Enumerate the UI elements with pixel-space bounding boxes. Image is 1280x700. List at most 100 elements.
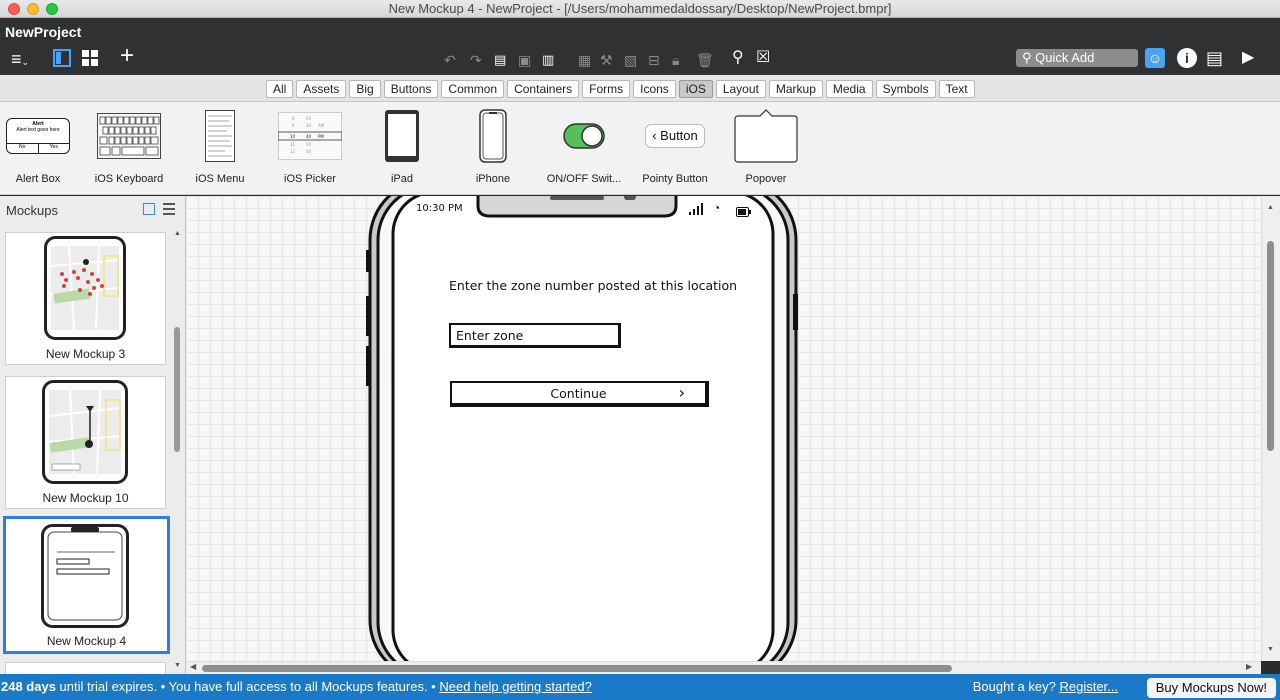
mockup-name: New Mockup 10 xyxy=(42,491,129,505)
sidebar-scrollbar[interactable]: ▲ ▼ xyxy=(173,230,182,669)
alert-body: Alert text goes here xyxy=(16,127,60,133)
filter-tab-text[interactable]: Text xyxy=(938,80,975,98)
svg-text:AM: AM xyxy=(318,123,325,128)
close-mockup-icon[interactable]: ☒ xyxy=(756,48,770,68)
svg-text:20: 20 xyxy=(306,116,312,121)
filter-tab-buttons[interactable]: Buttons xyxy=(383,80,439,98)
iphone-icon xyxy=(448,106,538,166)
alert-no: No xyxy=(7,144,39,153)
window-title: New Mockup 4 - NewProject - [/Users/moha… xyxy=(388,1,892,16)
battery-icon xyxy=(736,204,752,222)
quick-add-input[interactable]: ⚲ Quick Add xyxy=(1016,49,1138,67)
hamburger-menu-icon[interactable]: ≡⌄ xyxy=(6,49,34,72)
user-assist-icon[interactable]: ☺ xyxy=(1145,48,1165,68)
mockups-sidebar: Mockups New Mockup 3 New Mockup 10 New M… xyxy=(0,196,186,674)
align-icon[interactable]: ⊟ xyxy=(648,50,660,70)
filter-tab-forms[interactable]: Forms xyxy=(582,80,631,98)
paste-icon[interactable]: ▥ xyxy=(542,50,554,70)
library-label: iPhone xyxy=(475,173,511,185)
library-label: iPad xyxy=(390,173,414,185)
filter-tab-containers[interactable]: Containers xyxy=(507,80,580,98)
continue-button[interactable]: Continue › xyxy=(450,381,709,407)
register-link[interactable]: Register... xyxy=(1059,679,1118,694)
alert-box-icon: Alert Alert text goes here No Yes xyxy=(0,106,83,166)
group-icon[interactable]: ▦ xyxy=(578,50,591,70)
grid-view-icon[interactable] xyxy=(80,49,100,71)
library-item-ios-menu[interactable]: iOS Menu xyxy=(175,106,265,185)
ios-picker-icon: 8 20 9 30 AM 10 40 PM 11 50 12 00 xyxy=(265,106,355,166)
add-mockup-icon[interactable]: + xyxy=(116,44,138,68)
status-time: 10:30 PM xyxy=(416,203,463,214)
library-item-alert-box[interactable]: Alert Alert text goes here No Yes Alert … xyxy=(0,106,83,185)
register-prompt: Bought a key? Register... xyxy=(973,674,1118,700)
canvas-horizontal-scrollbar[interactable]: ◀ ▶ xyxy=(186,661,1261,674)
ipad-icon xyxy=(357,106,447,166)
mockup-thumbnail-10[interactable]: New Mockup 10 xyxy=(5,376,166,509)
thumbnail-view-icon[interactable] xyxy=(143,203,155,215)
single-view-icon[interactable] xyxy=(52,49,72,71)
undo-icon[interactable]: ↶ xyxy=(444,50,456,70)
library-item-popover[interactable]: Popover xyxy=(721,106,811,185)
canvas-vertical-scroll-thumb[interactable] xyxy=(1267,241,1274,451)
ungroup-icon[interactable]: ⚒ xyxy=(600,50,613,70)
filter-tab-symbols[interactable]: Symbols xyxy=(875,80,936,98)
filter-tab-layout[interactable]: Layout xyxy=(715,80,766,98)
iphone-frame xyxy=(366,196,798,661)
mockup-canvas[interactable]: 10:30 PM ◔ Enter the zone number posted … xyxy=(186,196,1261,661)
filter-tab-big[interactable]: Big xyxy=(349,80,381,98)
help-link[interactable]: Need help getting started? xyxy=(439,679,592,694)
filter-tab-media[interactable]: Media xyxy=(825,80,873,98)
svg-text:30: 30 xyxy=(306,123,312,128)
project-name: NewProject xyxy=(5,24,82,40)
library-label: ON/OFF Swit... xyxy=(546,173,622,185)
library-item-pointy-button[interactable]: ‹ Button Pointy Button xyxy=(630,106,720,185)
svg-text:PM: PM xyxy=(318,134,324,139)
present-icon[interactable]: ▶ xyxy=(1242,48,1254,68)
svg-text:11: 11 xyxy=(290,142,296,147)
trash-icon[interactable]: 🗑︎ xyxy=(696,50,714,70)
mockup-thumbnail-4[interactable]: New Mockup 4 xyxy=(3,516,170,654)
filter-tab-icons[interactable]: Icons xyxy=(633,80,676,98)
library-item-iphone[interactable]: iPhone xyxy=(448,106,538,185)
filter-tab-common[interactable]: Common xyxy=(441,80,505,98)
find-icon[interactable]: ⚲ xyxy=(732,48,744,68)
continue-label: Continue xyxy=(550,386,607,401)
popover-icon xyxy=(721,106,811,166)
duplicate-icon[interactable]: ▣ xyxy=(518,50,531,70)
redo-icon[interactable]: ↷ xyxy=(470,50,482,70)
svg-text:40: 40 xyxy=(306,134,312,139)
filter-tab-assets[interactable]: Assets xyxy=(296,80,347,98)
mockup-thumbnail-3[interactable]: New Mockup 3 xyxy=(5,232,166,365)
lock-icon[interactable]: 🔒︎ xyxy=(672,50,679,70)
library-item-ios-keyboard[interactable]: iOS Keyboard xyxy=(84,106,174,185)
arrange-icon[interactable]: ▧ xyxy=(624,50,637,70)
pointy-button-icon: ‹ Button xyxy=(630,106,720,166)
info-icon[interactable]: i xyxy=(1177,48,1197,68)
alert-yes: Yes xyxy=(49,144,58,150)
canvas-horizontal-scroll-thumb[interactable] xyxy=(202,665,952,672)
canvas-vertical-scrollbar[interactable]: ▲ ▼ xyxy=(1261,196,1280,661)
sidebar-header: Mockups xyxy=(0,196,185,224)
pointy-button-label: Button xyxy=(660,128,698,143)
copy-icon[interactable]: ▤ xyxy=(494,50,506,70)
filter-tab-markup[interactable]: Markup xyxy=(768,80,823,98)
ios-menu-icon xyxy=(175,106,265,166)
library-label: iOS Picker xyxy=(284,173,336,185)
map-mockup-preview xyxy=(44,236,126,340)
library-item-ios-picker[interactable]: 8 20 9 30 AM 10 40 PM 11 50 12 00 iOS Picker xyxy=(265,106,355,185)
zone-input[interactable]: Enter zone xyxy=(449,323,621,348)
list-view-icon[interactable] xyxy=(163,203,175,215)
library-item-toggle-switch[interactable]: ON/OFF Swit... xyxy=(539,106,629,185)
mockup-thumbnail-next[interactable] xyxy=(5,662,166,674)
buy-mockups-button[interactable]: Buy Mockups Now! xyxy=(1146,678,1276,698)
zone-mockup-preview xyxy=(41,524,129,628)
library-label: Alert Box xyxy=(15,173,61,185)
trial-status: 248 days until trial expires. • You have… xyxy=(1,674,592,700)
filter-tab-all[interactable]: All xyxy=(266,80,294,98)
sidebar-scroll-thumb[interactable] xyxy=(174,327,180,452)
trial-days: 248 days xyxy=(1,679,56,694)
filter-tab-ios[interactable]: iOS xyxy=(678,80,713,98)
notes-icon[interactable]: ▤ xyxy=(1206,48,1223,68)
zone-prompt: Enter the zone number posted at this loc… xyxy=(449,278,738,293)
library-item-ipad[interactable]: iPad xyxy=(357,106,447,185)
